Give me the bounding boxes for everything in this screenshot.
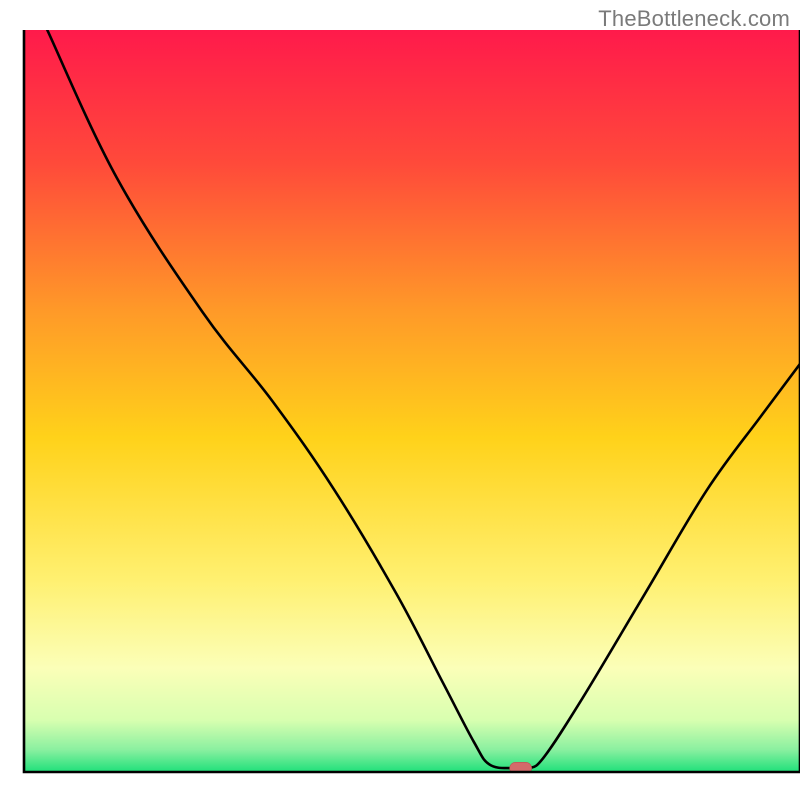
gradient-background (24, 30, 800, 772)
bottleneck-chart (0, 0, 800, 800)
chart-container: TheBottleneck.com (0, 0, 800, 800)
